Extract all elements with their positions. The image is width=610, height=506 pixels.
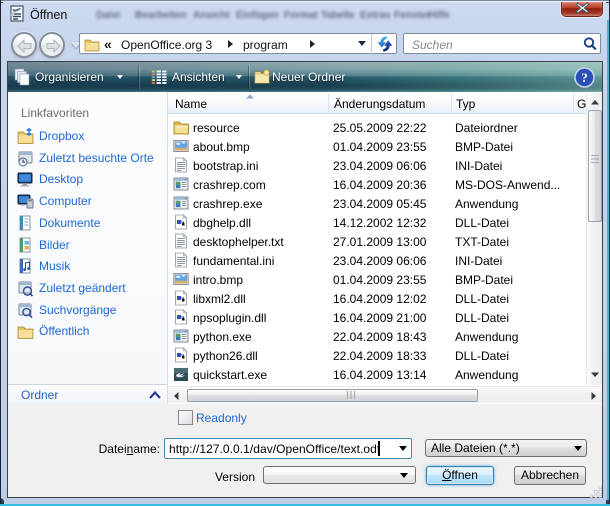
- svg-text:?: ?: [581, 70, 588, 85]
